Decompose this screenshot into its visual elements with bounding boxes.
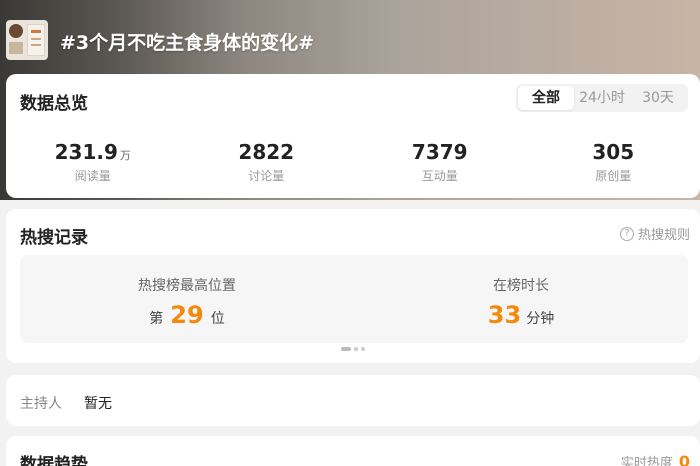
topic-title: #3个月不吃主食身体的变化#	[60, 32, 315, 54]
hot-search-card: 热搜记录 ? 热搜规则 热搜榜最高位置 第 29 位 在榜时长 33 分钟	[6, 209, 700, 363]
highest-rank: 热搜榜最高位置 第 29 位	[20, 255, 354, 343]
duration-unit: 分钟	[526, 311, 555, 327]
stat-label: 原创量	[595, 169, 632, 183]
topic-thumbnail[interactable]	[6, 20, 48, 60]
stats-row: 231.9 万 阅读量 2822 讨论量 7379 互动量 305 原创量	[6, 140, 700, 184]
topic-header: #3个月不吃主食身体的变化#	[0, 0, 700, 76]
data-overview-card: 数据总览 全部 24小时 30天 231.9 万 阅读量 2822 讨论量 737…	[6, 74, 700, 198]
stat-label: 阅读量	[74, 169, 111, 183]
stat-value: 231.9	[54, 140, 118, 164]
stat-value: 2822	[238, 140, 295, 164]
stat-originals: 305 原创量	[527, 140, 700, 184]
rules-label: 热搜规则	[637, 228, 690, 243]
tab-24h[interactable]: 24小时	[574, 86, 630, 110]
realtime-label: 实时热度	[620, 456, 673, 466]
stat-reads: 231.9 万 阅读量	[6, 140, 180, 184]
stat-label: 讨论量	[248, 169, 285, 183]
question-icon: ?	[619, 226, 634, 241]
stat-value: 7379	[411, 140, 468, 164]
highest-rank-label: 热搜榜最高位置	[138, 278, 236, 294]
overview-title: 数据总览	[20, 94, 88, 114]
tab-30d[interactable]: 30天	[630, 86, 686, 110]
hot-search-stats: 热搜榜最高位置 第 29 位 在榜时长 33 分钟	[20, 255, 688, 343]
rank-value: 29	[170, 301, 204, 329]
duration-value: 33	[487, 301, 522, 329]
time-range-tabs: 全部 24小时 30天	[516, 84, 688, 112]
rank-suffix: 位	[210, 311, 225, 327]
realtime-heat: 实时热度 0	[621, 452, 690, 466]
tab-all[interactable]: 全部	[518, 86, 574, 110]
host-card: 主持人 暂无	[6, 375, 700, 426]
duration-label: 在榜时长	[493, 278, 549, 294]
host-label: 主持人	[20, 396, 62, 412]
hot-search-title: 热搜记录	[20, 228, 88, 248]
trend-title: 数据趋势	[20, 455, 88, 466]
realtime-value: 0	[678, 452, 690, 466]
rank-prefix: 第	[149, 311, 164, 327]
stat-value: 305	[592, 140, 635, 164]
on-list-duration: 在榜时长 33 分钟	[354, 255, 688, 343]
stat-interactions: 7379 互动量	[353, 140, 527, 184]
carousel-dots	[341, 347, 365, 351]
stat-label: 互动量	[421, 169, 458, 183]
host-value: 暂无	[84, 396, 112, 412]
stat-discussions: 2822 讨论量	[180, 140, 354, 184]
hot-search-rules-link[interactable]: ? 热搜规则	[619, 224, 690, 243]
stat-unit: 万	[119, 149, 131, 162]
data-trend-card: 数据趋势 实时热度 0	[6, 436, 700, 466]
